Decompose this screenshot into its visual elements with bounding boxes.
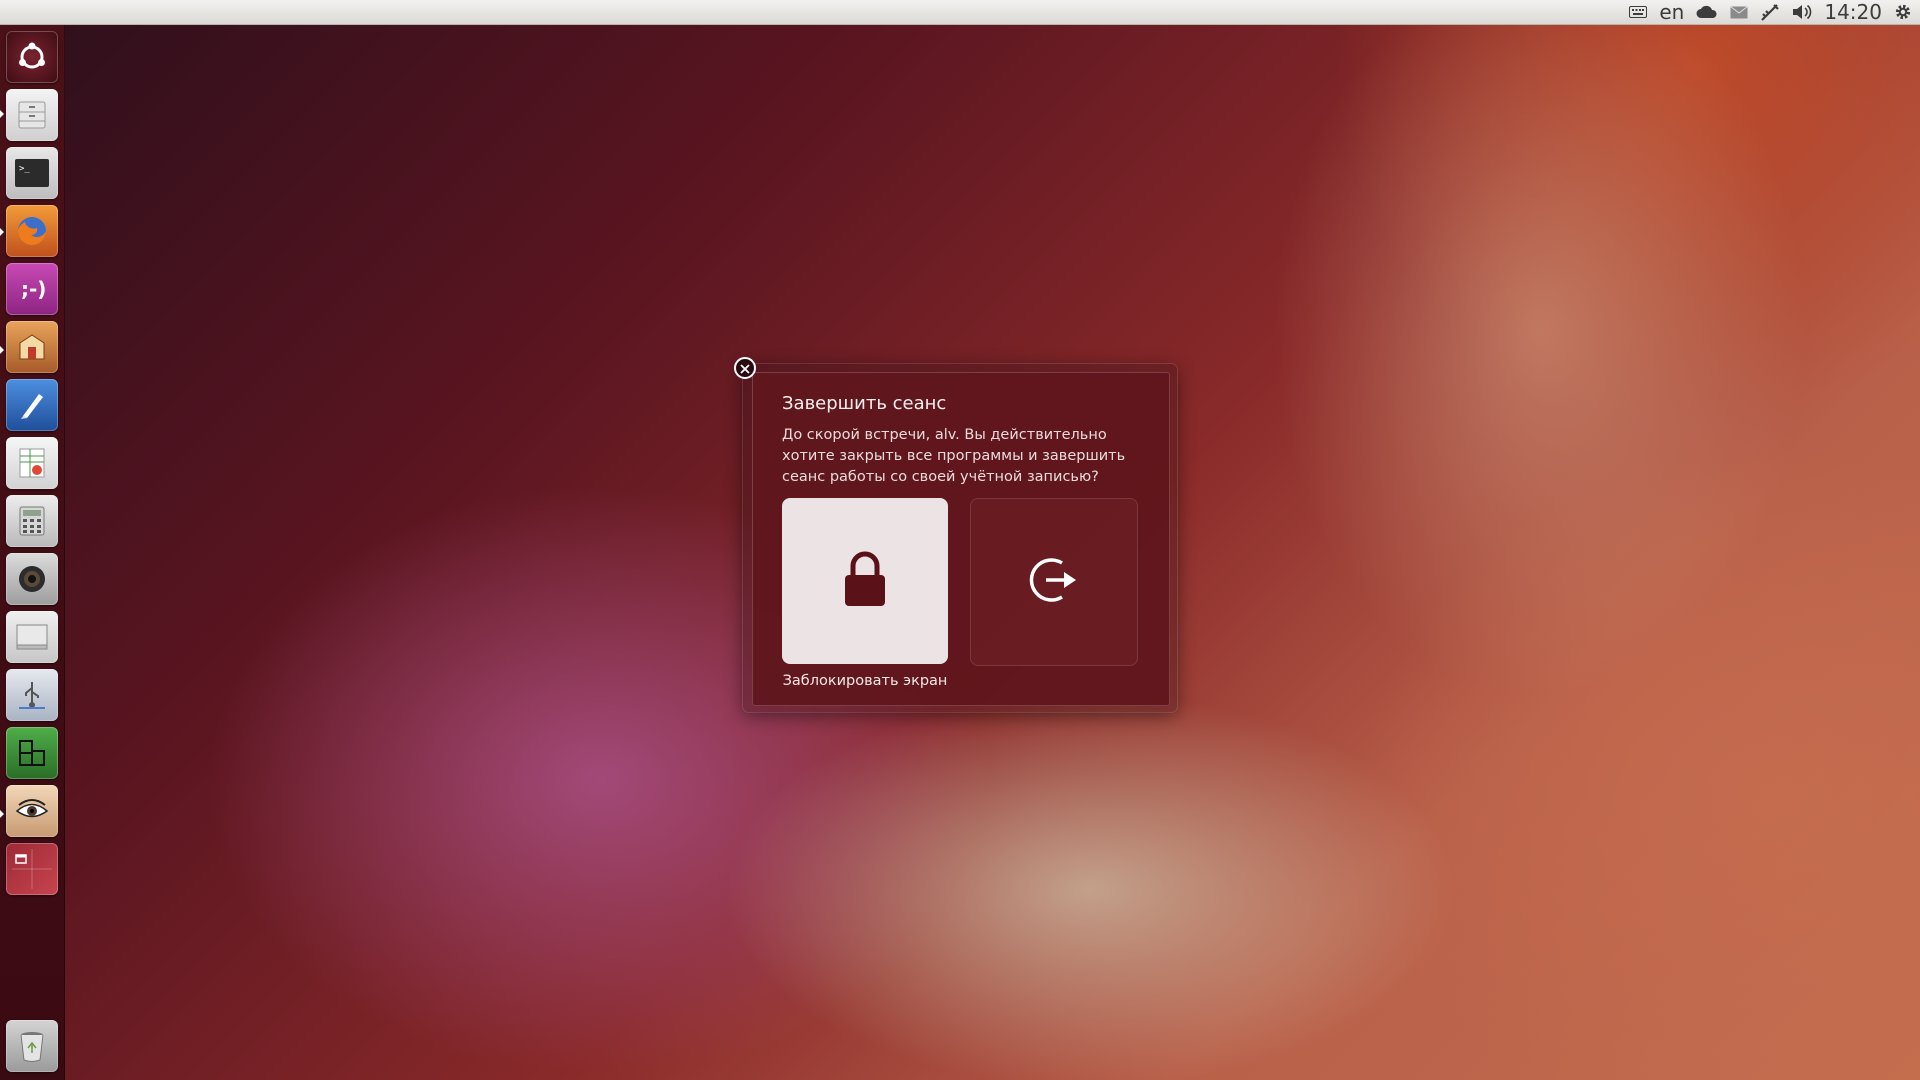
launcher: >_ ;-)	[0, 25, 65, 1080]
dialog-title: Завершить сеанс	[782, 393, 947, 414]
running-indicator	[0, 346, 4, 354]
eye-of-gnome-icon[interactable]	[6, 785, 58, 837]
log-out-button[interactable]	[970, 498, 1138, 666]
svg-text:;-): ;-)	[21, 277, 46, 301]
running-indicator	[0, 810, 4, 818]
volume-icon[interactable]	[1792, 4, 1812, 20]
usb-drive-icon[interactable]	[6, 669, 58, 721]
running-indicator	[0, 110, 4, 118]
workspace-switcher-icon[interactable]	[6, 843, 58, 895]
top-panel: en 14:20	[0, 0, 1920, 25]
keyboard-icon[interactable]	[1629, 5, 1648, 19]
dash-home-icon[interactable]	[6, 31, 58, 83]
network-icon[interactable]	[1760, 3, 1780, 21]
firefox-icon[interactable]	[6, 205, 58, 257]
running-indicator	[0, 228, 4, 236]
log-out-icon	[1024, 553, 1084, 611]
session-dialog: Завершить сеанс До скорой встречи, alv. …	[752, 372, 1170, 706]
keyboard-layout-indicator[interactable]: en	[1659, 0, 1684, 24]
clock[interactable]: 14:20	[1824, 0, 1882, 24]
dialog-close-button[interactable]	[734, 357, 756, 379]
text-editor-icon[interactable]	[6, 379, 58, 431]
calculator-icon[interactable]	[6, 495, 58, 547]
lock-icon	[841, 550, 889, 612]
screen-icon[interactable]	[6, 611, 58, 663]
svg-text:>_: >_	[19, 164, 30, 174]
system-monitor-icon[interactable]	[6, 727, 58, 779]
terminal-icon[interactable]: >_	[6, 147, 58, 199]
cloud-icon[interactable]	[1696, 5, 1718, 19]
indicator-area: en 14:20	[1629, 0, 1912, 24]
close-icon	[740, 359, 750, 378]
spreadsheet-icon[interactable]	[6, 437, 58, 489]
dialog-message: До скорой встречи, alv. Вы действительно…	[782, 427, 1126, 485]
mail-icon[interactable]	[1730, 5, 1749, 19]
camera-icon[interactable]	[6, 553, 58, 605]
empathy-chat-icon[interactable]: ;-)	[6, 263, 58, 315]
files-icon[interactable]	[6, 89, 58, 141]
lock-screen-button[interactable]	[782, 498, 948, 664]
trash-icon[interactable]	[6, 1020, 58, 1072]
lock-screen-label: Заблокировать экран	[782, 673, 948, 689]
software-center-icon[interactable]	[6, 321, 58, 373]
gear-icon[interactable]	[1894, 3, 1912, 21]
